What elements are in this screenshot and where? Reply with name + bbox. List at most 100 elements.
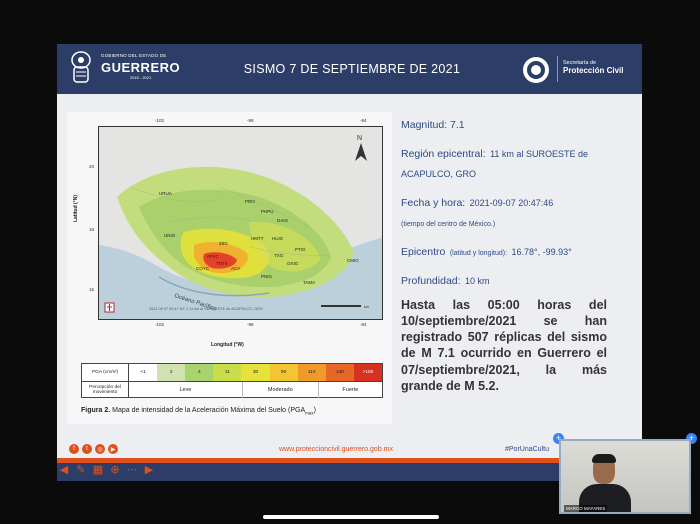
aftershock-summary: Hasta las 05:00 horas del 10/septiembre/… [401, 298, 607, 393]
pga-cell: <1 [129, 364, 158, 381]
date-note: (tiempo del centro de México.) [401, 221, 496, 228]
legend-perception-row: Percepción del movimiento Leve Moderado … [82, 381, 382, 398]
presentation-slide: GOBIERNO DEL ESTADO DE GUERRERO 2015 - 2… [57, 44, 642, 481]
date-value: 2021-09-07 20:47:46 [469, 198, 554, 208]
pga-cell: 130 [325, 364, 354, 381]
epicenter-value: 16.78°, -99.93° [511, 247, 572, 257]
social-icons: f t ◎ ▶ [69, 444, 118, 454]
x-tick-bottom: -102 [155, 322, 165, 327]
scale-bar [321, 305, 361, 307]
pga-cell: 4 [185, 364, 214, 381]
x-tick-bottom: -94 [360, 322, 367, 327]
place-label: ACA [231, 266, 240, 271]
place-label: CMIG [347, 258, 359, 263]
place-label: TXG [274, 253, 284, 258]
proteccion-civil-logo [523, 57, 549, 83]
place-label: PHPU [261, 209, 274, 214]
screen: GOBIERNO DEL ESTADO DE GUERRERO 2015 - 2… [0, 0, 700, 524]
twitter-icon[interactable]: t [82, 444, 92, 454]
epicenter-label: Epicentro [401, 246, 446, 258]
webcam-tile[interactable]: MARCO MAYARES [559, 439, 691, 514]
map-y-label: Latitud (°N) [73, 195, 79, 222]
place-label: COYC [196, 266, 210, 271]
magnitude: Magnitud: 7.1 [401, 114, 621, 134]
epicentral-region: Región epicentral: 11 km al SUROESTE de … [401, 143, 621, 183]
place-label: DAIG [277, 218, 289, 223]
map-graphic: N Océano Pacífico URUA PRO PHPU UNIO HMT… [99, 127, 382, 319]
place-label: HMTT [251, 236, 264, 241]
figure-caption: Figura 2. Mapa de intensidad de la Acele… [81, 407, 316, 415]
map-figure: -102 -98 -94 20 18 16 -102 -98 -94 Latit… [67, 112, 392, 424]
x-tick-bottom: -98 [247, 322, 254, 327]
caption-sub: max [305, 410, 314, 416]
place-label: UNIO [164, 233, 176, 238]
slides-grid-icon[interactable]: ▦ [91, 463, 105, 476]
zoom-icon[interactable]: ⊕ [108, 463, 122, 476]
y-tick: 18 [89, 227, 95, 232]
pc-line2: Protección Civil [563, 65, 624, 75]
gov-small-text: GOBIERNO DEL ESTADO DE [101, 53, 167, 58]
magnitude-label: Magnitud: 7.1 [401, 119, 465, 131]
legend-perception-label: Percepción del movimiento [82, 381, 129, 398]
depth-label: Profundidad: [401, 275, 461, 287]
footer-hashtag: #PorUnaCultu [505, 446, 549, 453]
date-time: Fecha y hora: 2021-09-07 20:47:46 (tiemp… [401, 192, 621, 232]
x-tick: -102 [155, 118, 165, 123]
more-options-icon[interactable]: ⋯ [125, 463, 139, 476]
facebook-icon[interactable]: f [69, 444, 79, 454]
place-label: PTIG [295, 247, 306, 252]
youtube-icon[interactable]: ▶ [108, 444, 118, 454]
place-label: URUA [159, 191, 172, 196]
person-hair [592, 454, 616, 463]
pga-legend: PGA (cm/s²) <1 2 4 11 30 90 110 130 >150 Percepc… [81, 363, 383, 398]
pga-cell: 2 [157, 364, 186, 381]
previous-slide-icon[interactable]: ◀ [57, 463, 71, 476]
intensity-map: N Océano Pacífico URUA PRO PHPU UNIO HMT… [98, 126, 383, 320]
pga-cell: 11 [213, 364, 242, 381]
pga-cell: 90 [269, 364, 298, 381]
gov-text: GOBIERNO DEL ESTADO DE GUERRERO 2015 - 2… [101, 53, 180, 80]
legend-perception-cells: Leve Moderado Fuerte [129, 381, 382, 398]
place-label: PRO [245, 199, 255, 204]
y-tick: 16 [89, 287, 95, 292]
earthquake-info: Magnitud: 7.1 Región epicentral: 11 km a… [401, 114, 621, 299]
perception-leve: Leve [129, 382, 243, 398]
place-label: TAMA [303, 280, 315, 285]
header-divider [557, 56, 558, 82]
next-slide-icon[interactable]: ▶ [142, 463, 156, 476]
caption-bold: Figura 2. [81, 407, 111, 414]
place-label: TNTX [216, 261, 228, 266]
presentation-toolbar: ◀ ✎ ▦ ⊕ ⋯ ▶ [57, 463, 156, 476]
epicenter: Epicentro (latitud y longitud): 16.78°, … [401, 241, 621, 261]
depth-value: 10 km [465, 276, 490, 286]
x-tick: -94 [360, 118, 367, 123]
footer-url[interactable]: www.proteccioncivil.guerrero.gob.mx [279, 446, 393, 453]
north-label: N [357, 135, 362, 142]
place-label: ZIIG [219, 241, 228, 246]
institution-logo [104, 302, 115, 313]
gov-years: 2015 - 2021 [129, 74, 152, 80]
map-credit: 2021 09 07 20:47 M7.1 11 km al SUROESTE … [149, 307, 263, 311]
participant-name: MARCO MAYARES [564, 505, 608, 512]
place-label: OXIG [287, 261, 299, 266]
place-label: ATYC [207, 254, 219, 259]
pga-cell: 30 [241, 364, 270, 381]
pga-cell: >150 [353, 364, 382, 381]
region-label: Región epicentral: [401, 148, 486, 160]
legend-pga-label: PGA (cm/s²) [82, 364, 129, 381]
place-label: PNIG [261, 274, 273, 279]
place-label: HUIG [272, 236, 284, 241]
caption-text: Mapa de intensidad de la Aceleración Máx… [110, 407, 306, 414]
pen-icon[interactable]: ✎ [74, 463, 88, 476]
perception-moderado: Moderado [243, 382, 319, 398]
pga-cell: 110 [297, 364, 326, 381]
depth: Profundidad: 10 km [401, 270, 621, 290]
perception-fuerte: Fuerte [342, 387, 359, 393]
instagram-icon[interactable]: ◎ [95, 444, 105, 454]
slide-title: SISMO 7 DE SEPTIEMBRE DE 2021 [243, 62, 461, 76]
epicenter-note: (latitud y longitud): [449, 250, 508, 257]
home-indicator[interactable] [263, 515, 439, 519]
caption-end: ) [313, 407, 316, 414]
guerrero-shield-logo [71, 51, 91, 83]
pc-text: Secretaría de Protección Civil [563, 60, 624, 75]
